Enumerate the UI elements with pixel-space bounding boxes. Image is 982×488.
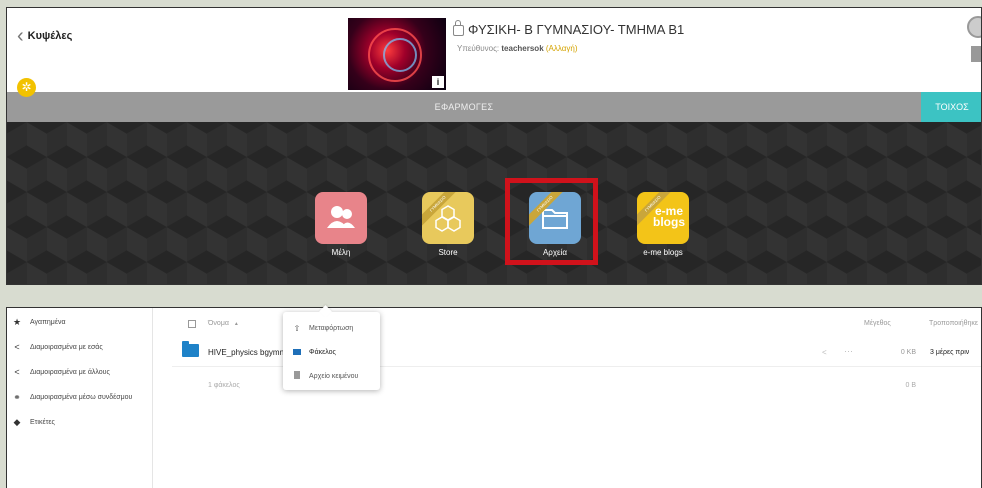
- back-label: Κυψέλες: [27, 30, 73, 42]
- sidebar-item-label: Διαμοιρασμένα μέσω συνδέσμου: [30, 393, 133, 401]
- link-icon: ⚭: [13, 391, 21, 402]
- app-store[interactable]: ΓΥΜΝΑΣΙΟ Store: [422, 192, 474, 257]
- profile-avatar[interactable]: [967, 16, 981, 38]
- column-name[interactable]: Όνομα ▲: [208, 320, 239, 327]
- course-header: ‹ Κυψέλες i ΦΥΣΙΚΗ- Β ΓΥΜΝΑΣΙΟΥ- ΤΜΗΜΑ Β…: [7, 8, 981, 92]
- sidebar-item-shared-with-you[interactable]: < Διαμοιρασμένα με εσάς: [12, 339, 103, 355]
- owner-name: teachersok: [501, 44, 544, 53]
- back-link[interactable]: ‹ Κυψέλες: [17, 24, 73, 47]
- files-sidebar: ★ Αγαπημένα < Διαμοιρασμένα με εσάς < Δι…: [7, 308, 153, 488]
- settings-gear-icon[interactable]: ✲: [17, 78, 36, 97]
- star-icon: ★: [12, 316, 22, 327]
- sidebar-item-shared-by-link[interactable]: ⚭ Διαμοιρασμένα μέσω συνδέσμου: [12, 389, 132, 405]
- store-tile: ΓΥΜΝΑΣΙΟ: [422, 192, 474, 244]
- change-owner-link[interactable]: (Αλλαγή): [546, 44, 578, 53]
- side-toggle-icon[interactable]: [971, 46, 981, 62]
- summary-size: 0 B: [905, 382, 916, 389]
- chevron-left-icon: ‹: [17, 24, 24, 47]
- sidebar-item-favorites[interactable]: ★ Αγαπημένα: [12, 314, 66, 330]
- more-icon[interactable]: ···: [844, 346, 853, 356]
- sidebar-item-label: Διαμοιρασμένα με εσάς: [30, 343, 103, 351]
- summary-count: 1 φάκελος: [208, 382, 240, 389]
- files-panel: ★ Αγαπημένα < Διαμοιρασμένα με εσάς < Δι…: [6, 307, 982, 488]
- sidebar-item-shared-with-others[interactable]: < Διαμοιρασμένα με άλλους: [12, 364, 110, 380]
- blogs-tile: ΓΥΜΝΑΣΙΟ e-me blogs: [637, 192, 689, 244]
- share-icon: <: [14, 367, 20, 377]
- upload-icon: ⇧: [293, 323, 301, 333]
- menu-item-upload[interactable]: ⇧ Μεταφόρτωση: [283, 318, 380, 338]
- apps-area: Μέλη ΓΥΜΝΑΣΙΟ Store ΓΥΜΝΑΣΙΟ Αρχεία ΓΥΜΝ…: [7, 122, 981, 284]
- lock-icon: [453, 20, 464, 36]
- select-all-checkbox[interactable]: [188, 320, 196, 328]
- info-icon[interactable]: i: [432, 76, 444, 88]
- file-size: 0 KB: [900, 349, 916, 356]
- text-file-icon: [293, 371, 301, 381]
- app-label: Store: [438, 248, 458, 257]
- members-tile: [315, 192, 367, 244]
- menu-item-label: Φάκελος: [309, 348, 336, 356]
- file-name[interactable]: HIVE_physics bgymnasiou: [208, 348, 286, 357]
- course-tabs: ΕΦΑΡΜΟΓΕΣ ΤΟΙΧΟΣ: [7, 92, 981, 122]
- file-modified: 3 μέρες πριν: [930, 349, 970, 356]
- blogs-icon: e-me blogs: [653, 205, 685, 229]
- course-title-text: ΦΥΣΙΚΗ- Β ΓΥΜΝΑΣΙΟΥ- ΤΜΗΜΑ Β1: [468, 22, 685, 37]
- owner-prefix: Υπεύθυνος:: [457, 44, 500, 53]
- sort-arrow-icon: ▲: [233, 321, 239, 327]
- share-icon[interactable]: <: [822, 348, 827, 357]
- sidebar-item-label: Διαμοιρασμένα με άλλους: [30, 368, 110, 376]
- files-highlight-box: [505, 178, 598, 265]
- hexagons-icon: [435, 205, 461, 232]
- sidebar-item-label: Ετικέτες: [30, 418, 55, 426]
- course-owner: Υπεύθυνος: teachersok (Αλλαγή): [457, 44, 578, 53]
- sidebar-item-label: Αγαπημένα: [30, 318, 66, 326]
- menu-item-folder[interactable]: Φάκελος: [283, 342, 380, 362]
- menu-item-label: Αρχείο κειμένου: [309, 372, 359, 380]
- app-label: Μέλη: [331, 248, 351, 257]
- course-title: ΦΥΣΙΚΗ- Β ΓΥΜΝΑΣΙΟΥ- ΤΜΗΜΑ Β1: [453, 20, 685, 37]
- tab-wall[interactable]: ΤΟΙΧΟΣ: [921, 92, 981, 122]
- column-modified[interactable]: Τροποποιήθηκε: [929, 320, 978, 327]
- tab-apps[interactable]: ΕΦΑΡΜΟΓΕΣ: [7, 92, 921, 122]
- new-item-menu: ⇧ Μεταφόρτωση Φάκελος Αρχείο κειμένου: [283, 312, 380, 390]
- course-panel: ‹ Κυψέλες i ΦΥΣΙΚΗ- Β ΓΥΜΝΑΣΙΟΥ- ΤΜΗΜΑ Β…: [6, 7, 982, 285]
- app-blogs[interactable]: ΓΥΜΝΑΣΙΟ e-me blogs e-me blogs: [637, 192, 689, 257]
- sidebar-item-tags[interactable]: ◆ Ετικέτες: [12, 414, 55, 430]
- course-thumbnail[interactable]: i: [348, 18, 446, 90]
- menu-item-text-file[interactable]: Αρχείο κειμένου: [283, 366, 380, 386]
- tag-icon: ◆: [13, 416, 21, 427]
- share-icon: <: [14, 342, 20, 352]
- file-list: Όνομα ▲ Μέγεθος Τροποποιήθηκε HIVE_physi…: [152, 308, 981, 488]
- thumb-ring: [383, 38, 417, 72]
- folder-icon[interactable]: [182, 341, 199, 357]
- folder-icon: [293, 348, 301, 357]
- app-label: e-me blogs: [643, 248, 683, 257]
- members-icon: [327, 206, 355, 228]
- app-members[interactable]: Μέλη: [315, 192, 367, 257]
- menu-item-label: Μεταφόρτωση: [309, 324, 354, 332]
- column-size[interactable]: Μέγεθος: [864, 320, 891, 327]
- blogs-tile-text: blogs: [653, 215, 685, 229]
